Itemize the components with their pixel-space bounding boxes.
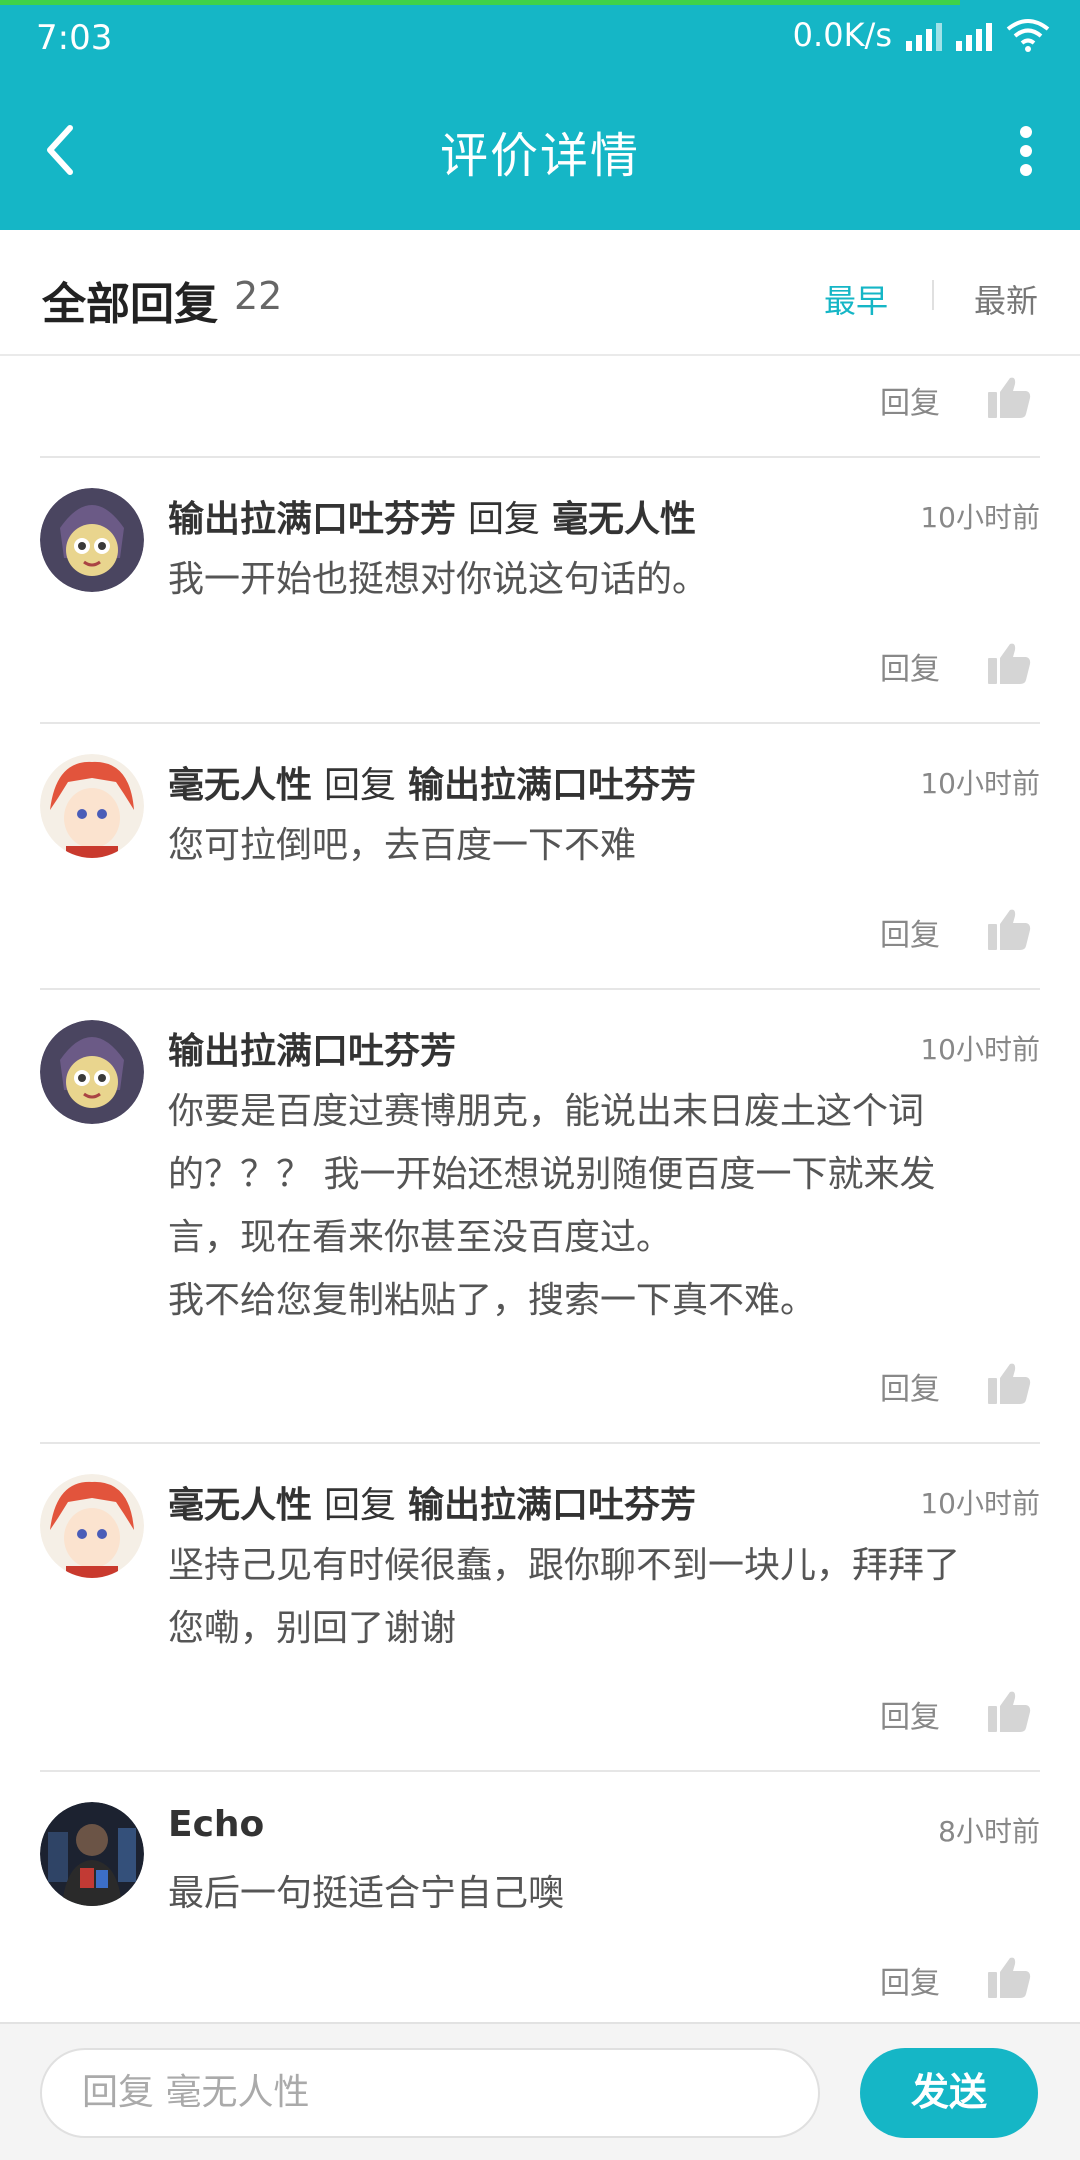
- reply-word: 回复: [324, 765, 397, 806]
- comment-author[interactable]: 毫无人性: [168, 1485, 312, 1526]
- reply-input[interactable]: 回复 毫无人性: [40, 2048, 820, 2138]
- reply-word: 回复: [468, 499, 541, 540]
- anime-avatar-purple-icon: [40, 1020, 144, 1124]
- reply-button[interactable]: 回复: [880, 1364, 940, 1408]
- thumbs-up-icon[interactable]: [986, 1954, 1032, 2000]
- more-vertical-icon[interactable]: [1016, 126, 1036, 176]
- sort-divider: [932, 280, 934, 310]
- comment-text: 我一开始也挺想对你说这句话的。: [168, 548, 1040, 611]
- comment-line: 的？？？ 我一开始还想说别随便百度一下就来发: [168, 1154, 936, 1195]
- reply-button[interactable]: 回复: [880, 1692, 940, 1736]
- status-bar: 7:03 0.0K/s: [0, 0, 1080, 76]
- page-title: 评价详情: [439, 128, 640, 184]
- loading-progress-line: [0, 0, 960, 5]
- comment-text: 最后一句挺适合宁自己噢: [168, 1862, 1040, 1925]
- comment-line: 你要是百度过赛博朋克，能说出末日废土这个词: [168, 1091, 925, 1132]
- comment-time: 10小时前: [920, 767, 1040, 800]
- comment-header: 输出拉满口吐芬芳: [168, 1022, 456, 1074]
- comment-time: 10小时前: [920, 1033, 1040, 1066]
- thumbs-up-icon[interactable]: [986, 906, 1032, 952]
- avatar[interactable]: [40, 1802, 144, 1906]
- list-item: 回复: [40, 358, 1040, 458]
- wifi-icon: [1006, 19, 1050, 52]
- reply-button[interactable]: 回复: [880, 378, 940, 422]
- thumbs-up-icon[interactable]: [986, 374, 1032, 420]
- comment-line: 坚持己见有时候很蠢，跟你聊不到一块儿，拜拜了: [168, 1545, 961, 1586]
- all-replies-title: 全部回复: [42, 279, 218, 330]
- signal-hd-icon: [906, 19, 942, 51]
- comment-item: Echo 8小时前 最后一句挺适合宁自己噢 回复: [40, 1772, 1040, 2022]
- comment-header: 毫无人性 回复 输出拉满口吐芬芳: [168, 756, 696, 808]
- comment-line: 您可拉倒吧，去百度一下不难: [168, 825, 637, 866]
- anime-avatar-redhair-icon: [40, 1474, 144, 1578]
- reply-button[interactable]: 回复: [880, 910, 940, 954]
- comment-header: 毫无人性 回复 输出拉满口吐芬芳: [168, 1476, 696, 1528]
- comment-author[interactable]: Echo: [168, 1804, 264, 1845]
- status-time: 7:03: [36, 18, 113, 58]
- anime-avatar-purple-icon: [40, 488, 144, 592]
- reply-button[interactable]: 回复: [880, 1958, 940, 2002]
- comment-author[interactable]: 毫无人性: [168, 765, 312, 806]
- anime-avatar-redhair-icon: [40, 754, 144, 858]
- sort-earliest-tab[interactable]: 最早: [824, 276, 888, 322]
- comment-header: 输出拉满口吐芬芳 回复 毫无人性: [168, 490, 696, 542]
- reply-input-bar: 回复 毫无人性 发送: [0, 2022, 1080, 2160]
- comment-line: 最后一句挺适合宁自己噢: [168, 1873, 565, 1914]
- comment-time: 8小时前: [938, 1815, 1040, 1848]
- avatar[interactable]: [40, 488, 144, 592]
- reply-button[interactable]: 回复: [880, 644, 940, 688]
- comment-list[interactable]: 回复 输出拉满口吐芬芳 回复 毫无人性 10小时前 我一开始也挺想对你说这句话的。 …: [0, 358, 1080, 2022]
- reply-header: 全部回复 22 最早 最新: [0, 230, 1080, 356]
- comment-header: Echo: [168, 1804, 264, 1845]
- status-icons: 0.0K/s: [793, 16, 1050, 54]
- photo-avatar-dark-icon: [40, 1802, 144, 1906]
- comment-time: 10小时前: [920, 1487, 1040, 1520]
- comment-text: 坚持己见有时候很蠢，跟你聊不到一块儿，拜拜了 您嘞，别回了谢谢: [168, 1534, 1040, 1660]
- thumbs-up-icon[interactable]: [986, 1360, 1032, 1406]
- avatar[interactable]: [40, 754, 144, 858]
- signal-icon: [956, 19, 992, 51]
- comment-line: 言，现在看来你甚至没百度过。: [168, 1217, 673, 1258]
- network-speed: 0.0K/s: [792, 16, 892, 54]
- reply-target[interactable]: 输出拉满口吐芬芳: [408, 1485, 696, 1526]
- comment-line: 我不给您复制粘贴了，搜索一下真不难。: [168, 1280, 817, 1321]
- comment-item: 毫无人性 回复 输出拉满口吐芬芳 10小时前 您可拉倒吧，去百度一下不难 回复: [40, 724, 1040, 990]
- comment-author[interactable]: 输出拉满口吐芬芳: [168, 499, 456, 540]
- app-bar: 评价详情: [0, 76, 1080, 230]
- comment-item: 输出拉满口吐芬芳 10小时前 你要是百度过赛博朋克，能说出末日废土这个词 的？？…: [40, 990, 1040, 1444]
- comment-item: 输出拉满口吐芬芳 回复 毫无人性 10小时前 我一开始也挺想对你说这句话的。 回复: [40, 458, 1040, 724]
- comment-line: 我一开始也挺想对你说这句话的。: [168, 559, 709, 600]
- thumbs-up-icon[interactable]: [986, 1688, 1032, 1734]
- reply-target[interactable]: 毫无人性: [552, 499, 696, 540]
- comment-author[interactable]: 输出拉满口吐芬芳: [168, 1031, 456, 1072]
- comment-line: 您嘞，别回了谢谢: [168, 1608, 457, 1649]
- reply-word: 回复: [324, 1485, 397, 1526]
- thumbs-up-icon[interactable]: [986, 640, 1032, 686]
- reply-target[interactable]: 输出拉满口吐芬芳: [408, 765, 696, 806]
- comment-text: 您可拉倒吧，去百度一下不难: [168, 814, 1040, 877]
- comment-text: 你要是百度过赛博朋克，能说出末日废土这个词 的？？？ 我一开始还想说别随便百度一…: [168, 1080, 1040, 1332]
- comment-time: 10小时前: [920, 501, 1040, 534]
- reply-count: 22: [234, 274, 283, 318]
- avatar[interactable]: [40, 1020, 144, 1124]
- send-button[interactable]: 发送: [860, 2048, 1038, 2138]
- avatar[interactable]: [40, 1474, 144, 1578]
- comment-item: 毫无人性 回复 输出拉满口吐芬芳 10小时前 坚持己见有时候很蠢，跟你聊不到一块儿，…: [40, 1444, 1040, 1772]
- sort-newest-tab[interactable]: 最新: [974, 276, 1038, 322]
